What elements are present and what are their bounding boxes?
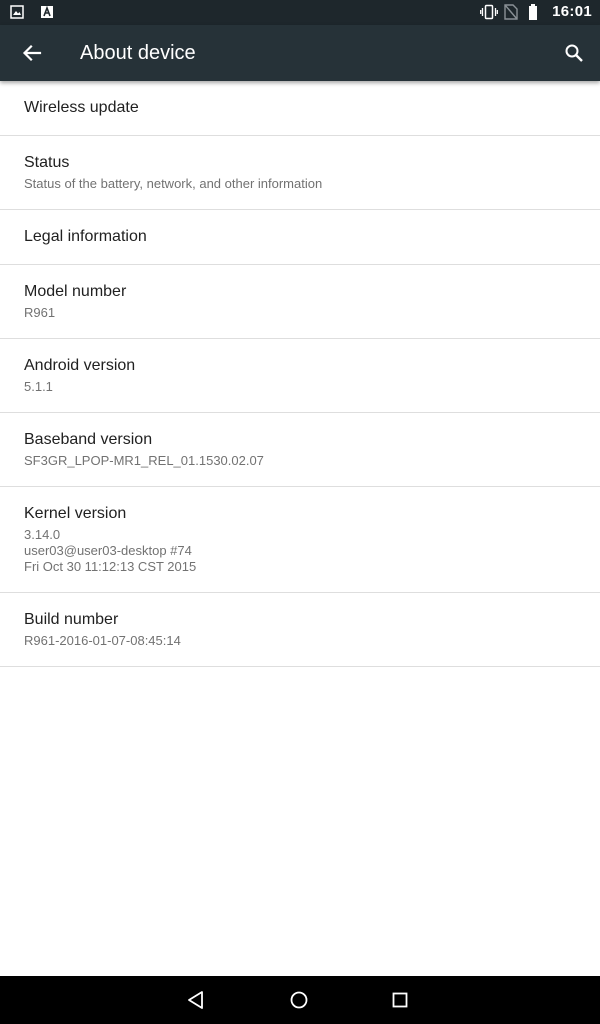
- item-value: R961-2016-01-07-08:45:14: [24, 633, 181, 648]
- list-item-legal-information[interactable]: Legal information: [0, 210, 600, 265]
- back-button[interactable]: [16, 37, 48, 69]
- app-notification-icon: [40, 5, 56, 21]
- item-value-line: user03@user03-desktop #74: [24, 543, 192, 558]
- recents-square-icon: [392, 992, 408, 1008]
- item-value: 5.1.1: [24, 379, 53, 394]
- system-icons: 16:01: [480, 3, 592, 20]
- clock: 16:01: [552, 3, 592, 20]
- item-title: Build number: [24, 611, 119, 628]
- navigation-bar: [0, 976, 600, 1024]
- notification-icons: [10, 5, 56, 21]
- item-title: Android version: [24, 357, 136, 374]
- item-title: Status: [24, 154, 70, 171]
- no-sim-icon: [504, 3, 520, 20]
- status-bar: 16:01: [0, 0, 600, 25]
- list-item-build-number[interactable]: Build number R961-2016-01-07-08:45:14: [0, 593, 600, 667]
- nav-home-button[interactable]: [287, 988, 311, 1012]
- list-item-android-version[interactable]: Android version 5.1.1: [0, 339, 600, 413]
- app-bar: About device: [0, 25, 600, 81]
- vibrate-icon: [480, 4, 499, 20]
- battery-icon: [528, 3, 544, 20]
- item-value-line: 3.14.0: [24, 527, 61, 542]
- item-title: Wireless update: [24, 99, 139, 116]
- item-title: Baseband version: [24, 431, 153, 448]
- list-item-model-number[interactable]: Model number R961: [0, 265, 600, 339]
- search-icon: [565, 44, 583, 62]
- image-notification-icon: [10, 5, 26, 21]
- list-item-status[interactable]: Status Status of the battery, network, a…: [0, 136, 600, 210]
- arrow-back-icon: [22, 44, 42, 62]
- nav-recents-button[interactable]: [388, 988, 412, 1012]
- about-settings-list: Wireless update Status Status of the bat…: [0, 81, 600, 667]
- search-button[interactable]: [558, 37, 590, 69]
- home-circle-icon: [290, 991, 308, 1009]
- page-title: About device: [80, 42, 196, 64]
- back-triangle-icon: [188, 991, 203, 1009]
- list-item-wireless-update[interactable]: Wireless update: [0, 81, 600, 136]
- item-summary: Status of the battery, network, and othe…: [24, 176, 323, 191]
- item-value: R961: [24, 305, 56, 320]
- nav-back-button[interactable]: [184, 988, 208, 1012]
- item-value-line: Fri Oct 30 11:12:13 CST 2015: [24, 559, 197, 574]
- item-value: SF3GR_LPOP-MR1_REL_01.1530.02.07: [24, 453, 264, 468]
- item-title: Kernel version: [24, 505, 127, 522]
- item-title: Model number: [24, 283, 127, 300]
- list-item-baseband-version[interactable]: Baseband version SF3GR_LPOP-MR1_REL_01.1…: [0, 413, 600, 487]
- list-item-kernel-version[interactable]: Kernel version 3.14.0 user03@user03-desk…: [0, 487, 600, 593]
- item-title: Legal information: [24, 228, 147, 245]
